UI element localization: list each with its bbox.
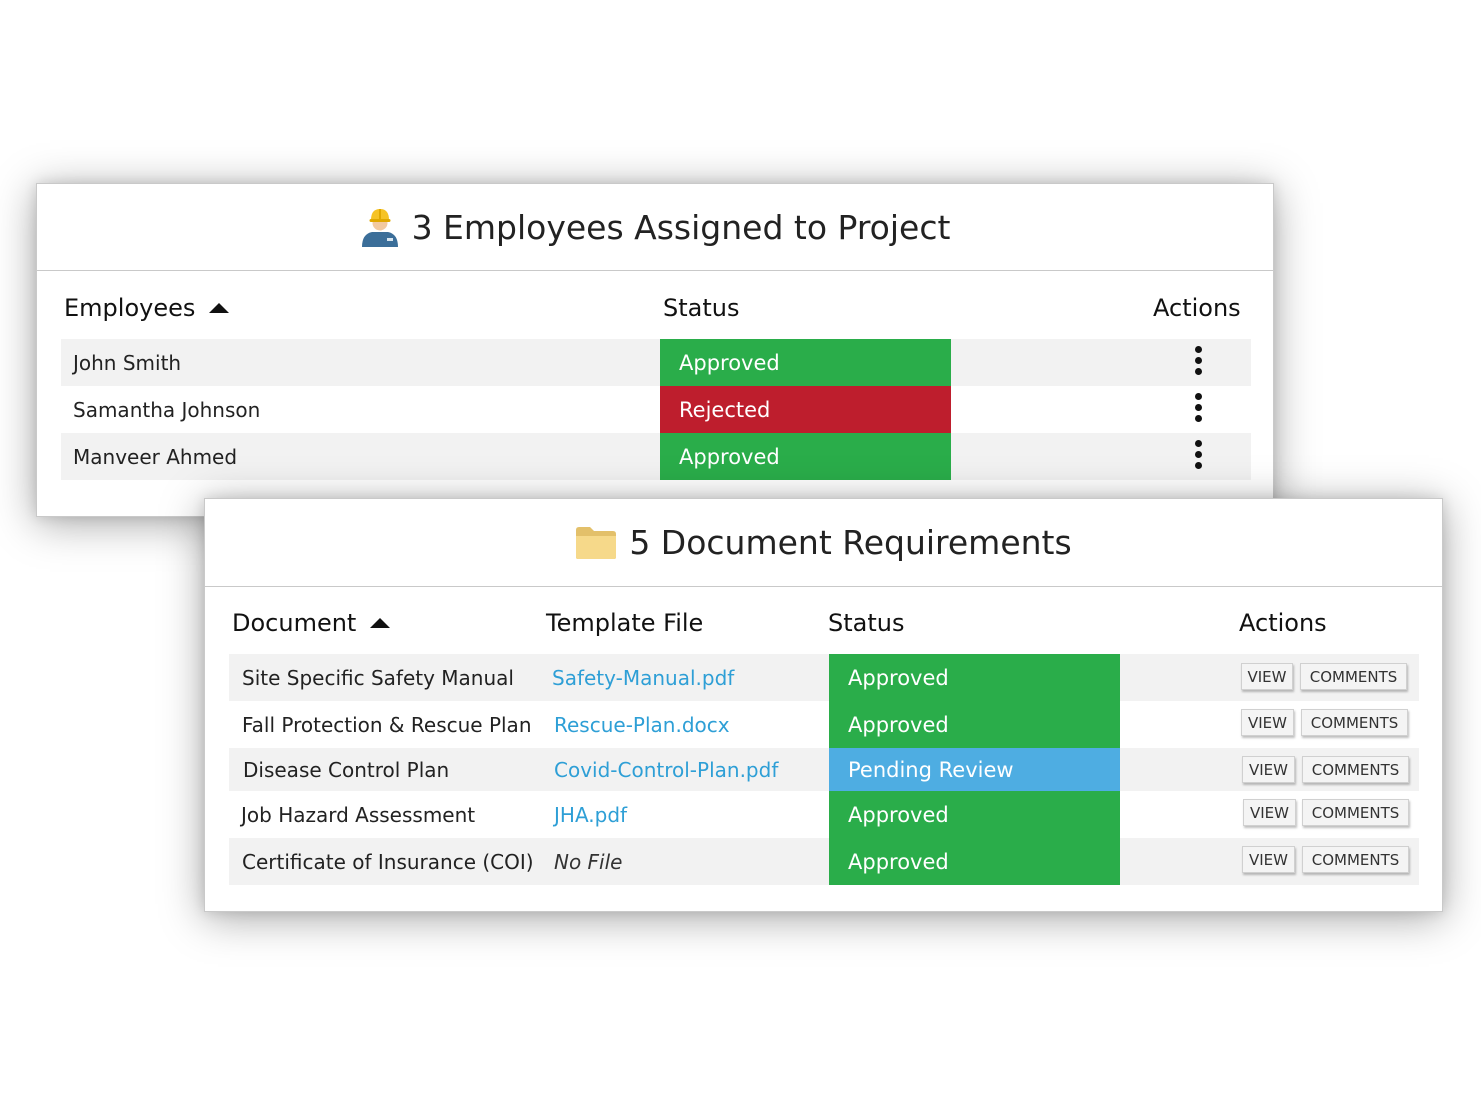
comments-button[interactable]: COMMENTS — [1300, 663, 1407, 690]
table-row: John Smith Approved — [61, 339, 1251, 387]
view-button[interactable]: VIEW — [1241, 663, 1293, 690]
comments-button[interactable]: COMMENTS — [1301, 709, 1408, 736]
comments-button[interactable]: COMMENTS — [1302, 756, 1409, 783]
view-button[interactable]: VIEW — [1242, 846, 1295, 873]
document-column-label: Document — [232, 609, 357, 637]
template-file-link[interactable]: JHA.pdf — [554, 791, 627, 838]
document-column-header[interactable]: Document — [232, 609, 391, 637]
employee-name: Samantha Johnson — [73, 397, 261, 422]
status-badge: Approved — [660, 433, 951, 480]
document-name: Site Specific Safety Manual — [242, 665, 514, 690]
table-row: Disease Control Plan Covid-Control-Plan.… — [229, 748, 1419, 791]
status-badge: Pending Review — [829, 748, 1120, 791]
document-name: Fall Protection & Rescue Plan — [242, 712, 532, 737]
actions-column-header: Actions — [1153, 294, 1241, 322]
more-actions-icon[interactable] — [1195, 346, 1203, 375]
actions-column-header: Actions — [1239, 609, 1327, 637]
table-row: Job Hazard Assessment JHA.pdf Approved V… — [229, 791, 1419, 838]
comments-button[interactable]: COMMENTS — [1302, 846, 1409, 873]
view-button[interactable]: VIEW — [1241, 709, 1294, 736]
employees-panel-title: 3 Employees Assigned to Project — [411, 207, 951, 247]
status-badge: Approved — [829, 654, 1120, 701]
documents-panel-title: 5 Document Requirements — [629, 523, 1072, 562]
status-column-header: Status — [663, 294, 740, 322]
table-row: Fall Protection & Rescue Plan Rescue-Pla… — [229, 701, 1419, 748]
template-file-link[interactable]: Covid-Control-Plan.pdf — [554, 748, 778, 791]
employee-name: John Smith — [73, 350, 182, 375]
document-name: Certificate of Insurance (COI) — [242, 849, 534, 874]
view-button[interactable]: VIEW — [1242, 756, 1295, 783]
table-row: Samantha Johnson Rejected — [61, 386, 1251, 433]
sort-ascending-icon[interactable] — [209, 303, 230, 313]
view-button[interactable]: VIEW — [1243, 799, 1296, 826]
status-badge: Approved — [829, 791, 1120, 838]
documents-panel: 5 Document Requirements Document Templat… — [204, 498, 1443, 912]
folder-icon — [575, 526, 617, 560]
status-column-header: Status — [828, 609, 905, 637]
document-name: Job Hazard Assessment — [241, 802, 476, 827]
status-badge: Approved — [660, 339, 951, 387]
table-row: Site Specific Safety Manual Safety-Manua… — [229, 654, 1419, 701]
status-badge: Approved — [829, 838, 1120, 885]
table-row: Certificate of Insurance (COI) No File A… — [229, 838, 1419, 885]
employees-panel-header: 3 Employees Assigned to Project — [37, 184, 1273, 271]
employees-column-header[interactable]: Employees — [64, 294, 230, 322]
more-actions-icon[interactable] — [1195, 440, 1203, 469]
sort-ascending-icon[interactable] — [370, 618, 391, 628]
template-file-link[interactable]: Safety-Manual.pdf — [552, 654, 734, 701]
comments-button[interactable]: COMMENTS — [1302, 799, 1409, 826]
status-badge: Rejected — [660, 386, 951, 433]
table-row: Manveer Ahmed Approved — [61, 433, 1251, 480]
template-file-column-header: Template File — [546, 609, 704, 637]
employee-name: Manveer Ahmed — [73, 444, 238, 469]
more-actions-icon[interactable] — [1195, 393, 1203, 422]
status-badge: Approved — [829, 701, 1120, 748]
construction-worker-icon — [360, 207, 400, 247]
document-name: Disease Control Plan — [243, 757, 450, 782]
employees-column-label: Employees — [64, 294, 196, 322]
template-file-link[interactable]: Rescue-Plan.docx — [554, 701, 730, 748]
employees-panel: 3 Employees Assigned to Project Employee… — [36, 183, 1274, 517]
documents-panel-header: 5 Document Requirements — [205, 499, 1442, 587]
template-file-empty: No File — [554, 849, 623, 874]
